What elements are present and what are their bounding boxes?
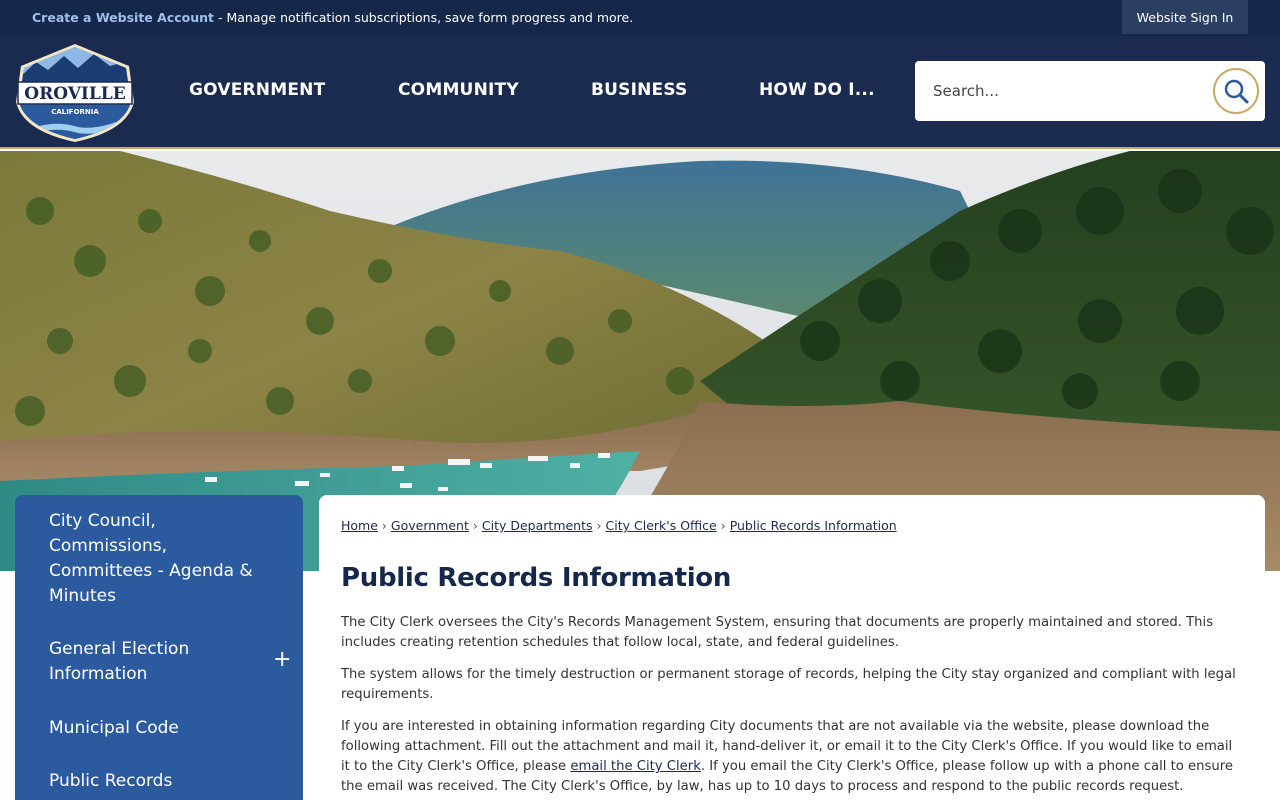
expand-toggle-icon[interactable]: + (273, 647, 291, 672)
nav-how-do-i[interactable]: HOW DO I... (759, 80, 875, 100)
breadcrumb: Home › Government › City Departments › City Cl… (341, 518, 897, 533)
breadcrumb-city-departments[interactable]: City Departments (482, 518, 593, 533)
main-content: Home › Government › City Departments › City Cl… (319, 495, 1265, 800)
breadcrumb-public-records-information[interactable]: Public Records Information (730, 518, 897, 533)
breadcrumb-home[interactable]: Home (341, 518, 378, 533)
breadcrumb-separator: › (596, 518, 602, 533)
account-message: Create a Website Account - Manage notifi… (32, 10, 633, 25)
nav-business[interactable]: BUSINESS (591, 80, 688, 100)
website-sign-in-button[interactable]: Website Sign In (1122, 0, 1248, 34)
sidebar-item-general-election[interactable]: General Election Information (49, 637, 239, 687)
page-title: Public Records Information (341, 563, 732, 593)
svg-text:OROVILLE: OROVILLE (24, 84, 125, 104)
intro-paragraph: The City Clerk oversees the City's Recor… (341, 615, 1214, 650)
sidebar-nav: City Council, Commissions, Committees - … (15, 495, 303, 800)
breadcrumb-separator: › (381, 518, 387, 533)
request-paragraph: If you are interested in obtaining infor… (341, 717, 1241, 797)
nav-community[interactable]: COMMUNITY (398, 80, 519, 100)
breadcrumb-separator: › (720, 518, 726, 533)
sidebar-item-city-council[interactable]: City Council, Commissions, Committees - … (49, 509, 269, 609)
account-message-text: - Manage notification subscriptions, sav… (214, 10, 634, 25)
site-header: OROVILLE CALIFORNIA GOVERNMENT COMMUNITY… (0, 36, 1280, 149)
search-button[interactable] (1213, 68, 1259, 114)
nav-government[interactable]: GOVERNMENT (189, 80, 325, 100)
oroville-logo[interactable]: OROVILLE CALIFORNIA (14, 42, 136, 142)
utility-bar: Create a Website Account - Manage notifi… (0, 0, 1280, 36)
breadcrumb-government[interactable]: Government (391, 518, 469, 533)
sidebar-item-public-records[interactable]: Public Records (49, 769, 269, 794)
search-input[interactable] (933, 61, 1213, 121)
breadcrumb-separator: › (472, 518, 478, 533)
create-account-link[interactable]: Create a Website Account (32, 10, 214, 25)
search-icon (1224, 79, 1249, 104)
search-box (915, 61, 1265, 121)
breadcrumb-city-clerks-office[interactable]: City Clerk's Office (606, 518, 717, 533)
system-paragraph: The system allows for the timely destruc… (341, 667, 1236, 702)
email-city-clerk-link[interactable]: email the City Clerk (570, 759, 700, 774)
svg-text:CALIFORNIA: CALIFORNIA (51, 108, 99, 116)
sidebar-item-municipal-code[interactable]: Municipal Code (49, 716, 269, 741)
